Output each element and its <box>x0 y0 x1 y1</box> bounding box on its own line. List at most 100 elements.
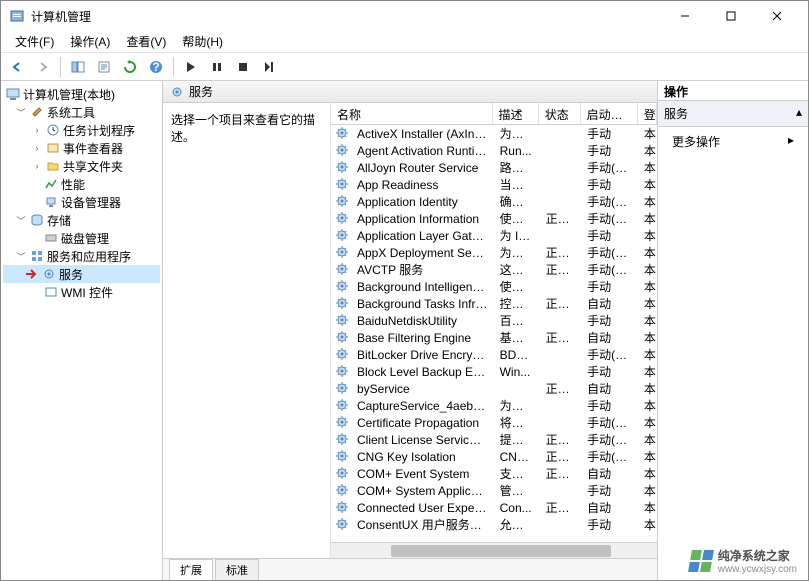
service-description-pane: 选择一个项目来查看它的描述。 <box>163 103 331 558</box>
stop-service-button[interactable] <box>231 55 255 79</box>
service-row[interactable]: Application Information使用 ...正在 ...手动(触发… <box>331 210 657 227</box>
tree-device-manager[interactable]: 设备管理器 <box>3 193 160 211</box>
service-row[interactable]: BitLocker Drive Encryption ...BDE...手动(触… <box>331 346 657 363</box>
service-row[interactable]: Block Level Backup Engine ...Win...手动本 <box>331 363 657 380</box>
service-row[interactable]: App Readiness当用 ...手动本 <box>331 176 657 193</box>
service-row[interactable]: Connected User Experienc...Con...正在 ...自… <box>331 499 657 516</box>
storage-icon <box>29 212 45 228</box>
cell-startup-type: 自动 <box>581 465 638 482</box>
tab-extended[interactable]: 扩展 <box>169 559 213 580</box>
col-logon-as[interactable]: 登 <box>638 103 657 124</box>
navigation-tree[interactable]: 计算机管理(本地) ﹀ 系统工具 ›任务计划程序 ›事件查看器 ›共享文件夹 性… <box>1 81 163 580</box>
service-icon <box>335 398 351 414</box>
service-row[interactable]: Application Identity确定 ...手动(触发 ...本 <box>331 193 657 210</box>
services-list[interactable]: ActiveX Installer (AxInstSV)为从 ...手动本Age… <box>331 125 657 542</box>
pause-service-button[interactable] <box>205 55 229 79</box>
service-row[interactable]: COM+ Event System支持 ...正在 ...自动本 <box>331 465 657 482</box>
cell-name: COM+ System Application <box>351 484 494 498</box>
collapse-icon[interactable]: ▴ <box>796 105 802 122</box>
cell-status: 正在 ... <box>540 295 582 312</box>
service-row[interactable]: CaptureService_4aeb7ca为调 ...手动本 <box>331 397 657 414</box>
back-button[interactable] <box>5 55 29 79</box>
service-row[interactable]: Background Tasks Infrastru...控制 ...正在 ..… <box>331 295 657 312</box>
expand-icon[interactable]: › <box>31 124 43 136</box>
tree-wmi-control[interactable]: WMI 控件 <box>3 283 160 301</box>
tree-performance[interactable]: 性能 <box>3 175 160 193</box>
menu-view[interactable]: 查看(V) <box>118 31 174 52</box>
cell-logon: 本 <box>638 397 657 414</box>
cell-startup-type: 手动 <box>581 227 638 244</box>
service-row[interactable]: AllJoyn Router Service路由 ...手动(触发 ...本 <box>331 159 657 176</box>
cell-name: Base Filtering Engine <box>351 331 494 345</box>
service-row[interactable]: BaiduNetdiskUtility百度 ...手动本 <box>331 312 657 329</box>
service-row[interactable]: AppX Deployment Service ...为部 ...正在 ...手… <box>331 244 657 261</box>
tab-standard[interactable]: 标准 <box>215 559 259 580</box>
service-row[interactable]: COM+ System Application管理 ...手动本 <box>331 482 657 499</box>
pointer-arrow-icon <box>25 267 39 281</box>
actions-section[interactable]: 服务 ▴ <box>658 101 808 127</box>
collapse-icon[interactable]: ﹀ <box>15 106 27 118</box>
tree-system-tools[interactable]: ﹀ 系统工具 <box>3 103 160 121</box>
refresh-button[interactable] <box>118 55 142 79</box>
cell-startup-type: 手动(触发 ... <box>581 210 638 227</box>
minimize-button[interactable] <box>662 1 708 31</box>
col-name[interactable]: 名称 <box>331 103 493 124</box>
service-row[interactable]: Certificate Propagation将用 ...手动(触发 ...本 <box>331 414 657 431</box>
service-row[interactable]: byService正在 ...自动本 <box>331 380 657 397</box>
close-button[interactable] <box>754 1 800 31</box>
maximize-button[interactable] <box>708 1 754 31</box>
tree-disk-management[interactable]: 磁盘管理 <box>3 229 160 247</box>
cell-name: Client License Service (Clip... <box>351 433 494 447</box>
tree-root[interactable]: 计算机管理(本地) <box>3 85 160 103</box>
start-service-button[interactable] <box>179 55 203 79</box>
tree-services[interactable]: 服务 <box>3 265 160 283</box>
tree-task-scheduler[interactable]: ›任务计划程序 <box>3 121 160 139</box>
forward-button[interactable] <box>31 55 55 79</box>
collapse-icon[interactable]: ﹀ <box>15 214 27 226</box>
tree-storage[interactable]: ﹀存储 <box>3 211 160 229</box>
cell-name: CNG Key Isolation <box>351 450 494 464</box>
tree-label: 服务 <box>59 266 83 283</box>
col-description[interactable]: 描述 <box>493 103 539 124</box>
service-row[interactable]: AVCTP 服务这是 ...正在 ...手动(触发 ...本 <box>331 261 657 278</box>
actions-more[interactable]: 更多操作 ▸ <box>658 127 808 156</box>
collapse-icon[interactable]: ﹀ <box>15 250 27 262</box>
service-row[interactable]: Background Intelligent Tra...使用 ...手动本 <box>331 278 657 295</box>
show-hide-tree-button[interactable] <box>66 55 90 79</box>
export-button[interactable] <box>92 55 116 79</box>
service-row[interactable]: Application Layer Gateway ...为 In...手动本 <box>331 227 657 244</box>
col-status[interactable]: 状态 <box>539 103 581 124</box>
service-row[interactable]: CNG Key IsolationCNG ...正在 ...手动(触发 ...本 <box>331 448 657 465</box>
chevron-right-icon: ▸ <box>788 133 794 147</box>
help-button[interactable]: ? <box>144 55 168 79</box>
cell-logon: 本 <box>638 142 657 159</box>
cell-description: 使用 ... <box>494 210 540 227</box>
expand-icon[interactable]: › <box>31 160 43 172</box>
cell-name: App Readiness <box>351 178 494 192</box>
wmi-icon <box>43 284 59 300</box>
restart-service-button[interactable] <box>257 55 281 79</box>
tree-services-apps[interactable]: ﹀服务和应用程序 <box>3 247 160 265</box>
cell-logon: 本 <box>638 380 657 397</box>
service-row[interactable]: ActiveX Installer (AxInstSV)为从 ...手动本 <box>331 125 657 142</box>
menubar: 文件(F) 操作(A) 查看(V) 帮助(H) <box>1 31 808 53</box>
service-row[interactable]: ConsentUX 用户服务_4aeb...允许 ...手动本 <box>331 516 657 533</box>
cell-startup-type: 手动(触发 ... <box>581 261 638 278</box>
menu-action[interactable]: 操作(A) <box>62 31 118 52</box>
cell-logon: 本 <box>638 261 657 278</box>
tree-shared-folders[interactable]: ›共享文件夹 <box>3 157 160 175</box>
menu-file[interactable]: 文件(F) <box>7 31 62 52</box>
cell-status: 正在 ... <box>540 261 582 278</box>
horizontal-scrollbar[interactable] <box>331 542 657 558</box>
tree-event-viewer[interactable]: ›事件查看器 <box>3 139 160 157</box>
service-row[interactable]: Base Filtering Engine基本 ...正在 ...自动本 <box>331 329 657 346</box>
menu-help[interactable]: 帮助(H) <box>174 31 231 52</box>
service-row[interactable]: Agent Activation Runtime ...Run...手动本 <box>331 142 657 159</box>
service-row[interactable]: Client License Service (Clip...提供 ...正在 … <box>331 431 657 448</box>
service-icon <box>335 347 351 363</box>
window-titlebar: 计算机管理 <box>1 1 808 31</box>
scrollbar-thumb[interactable] <box>391 545 611 557</box>
col-startup-type[interactable]: 启动类型 <box>581 103 638 124</box>
cell-startup-type: 手动(触发 ... <box>581 346 638 363</box>
expand-icon[interactable]: › <box>31 142 43 154</box>
